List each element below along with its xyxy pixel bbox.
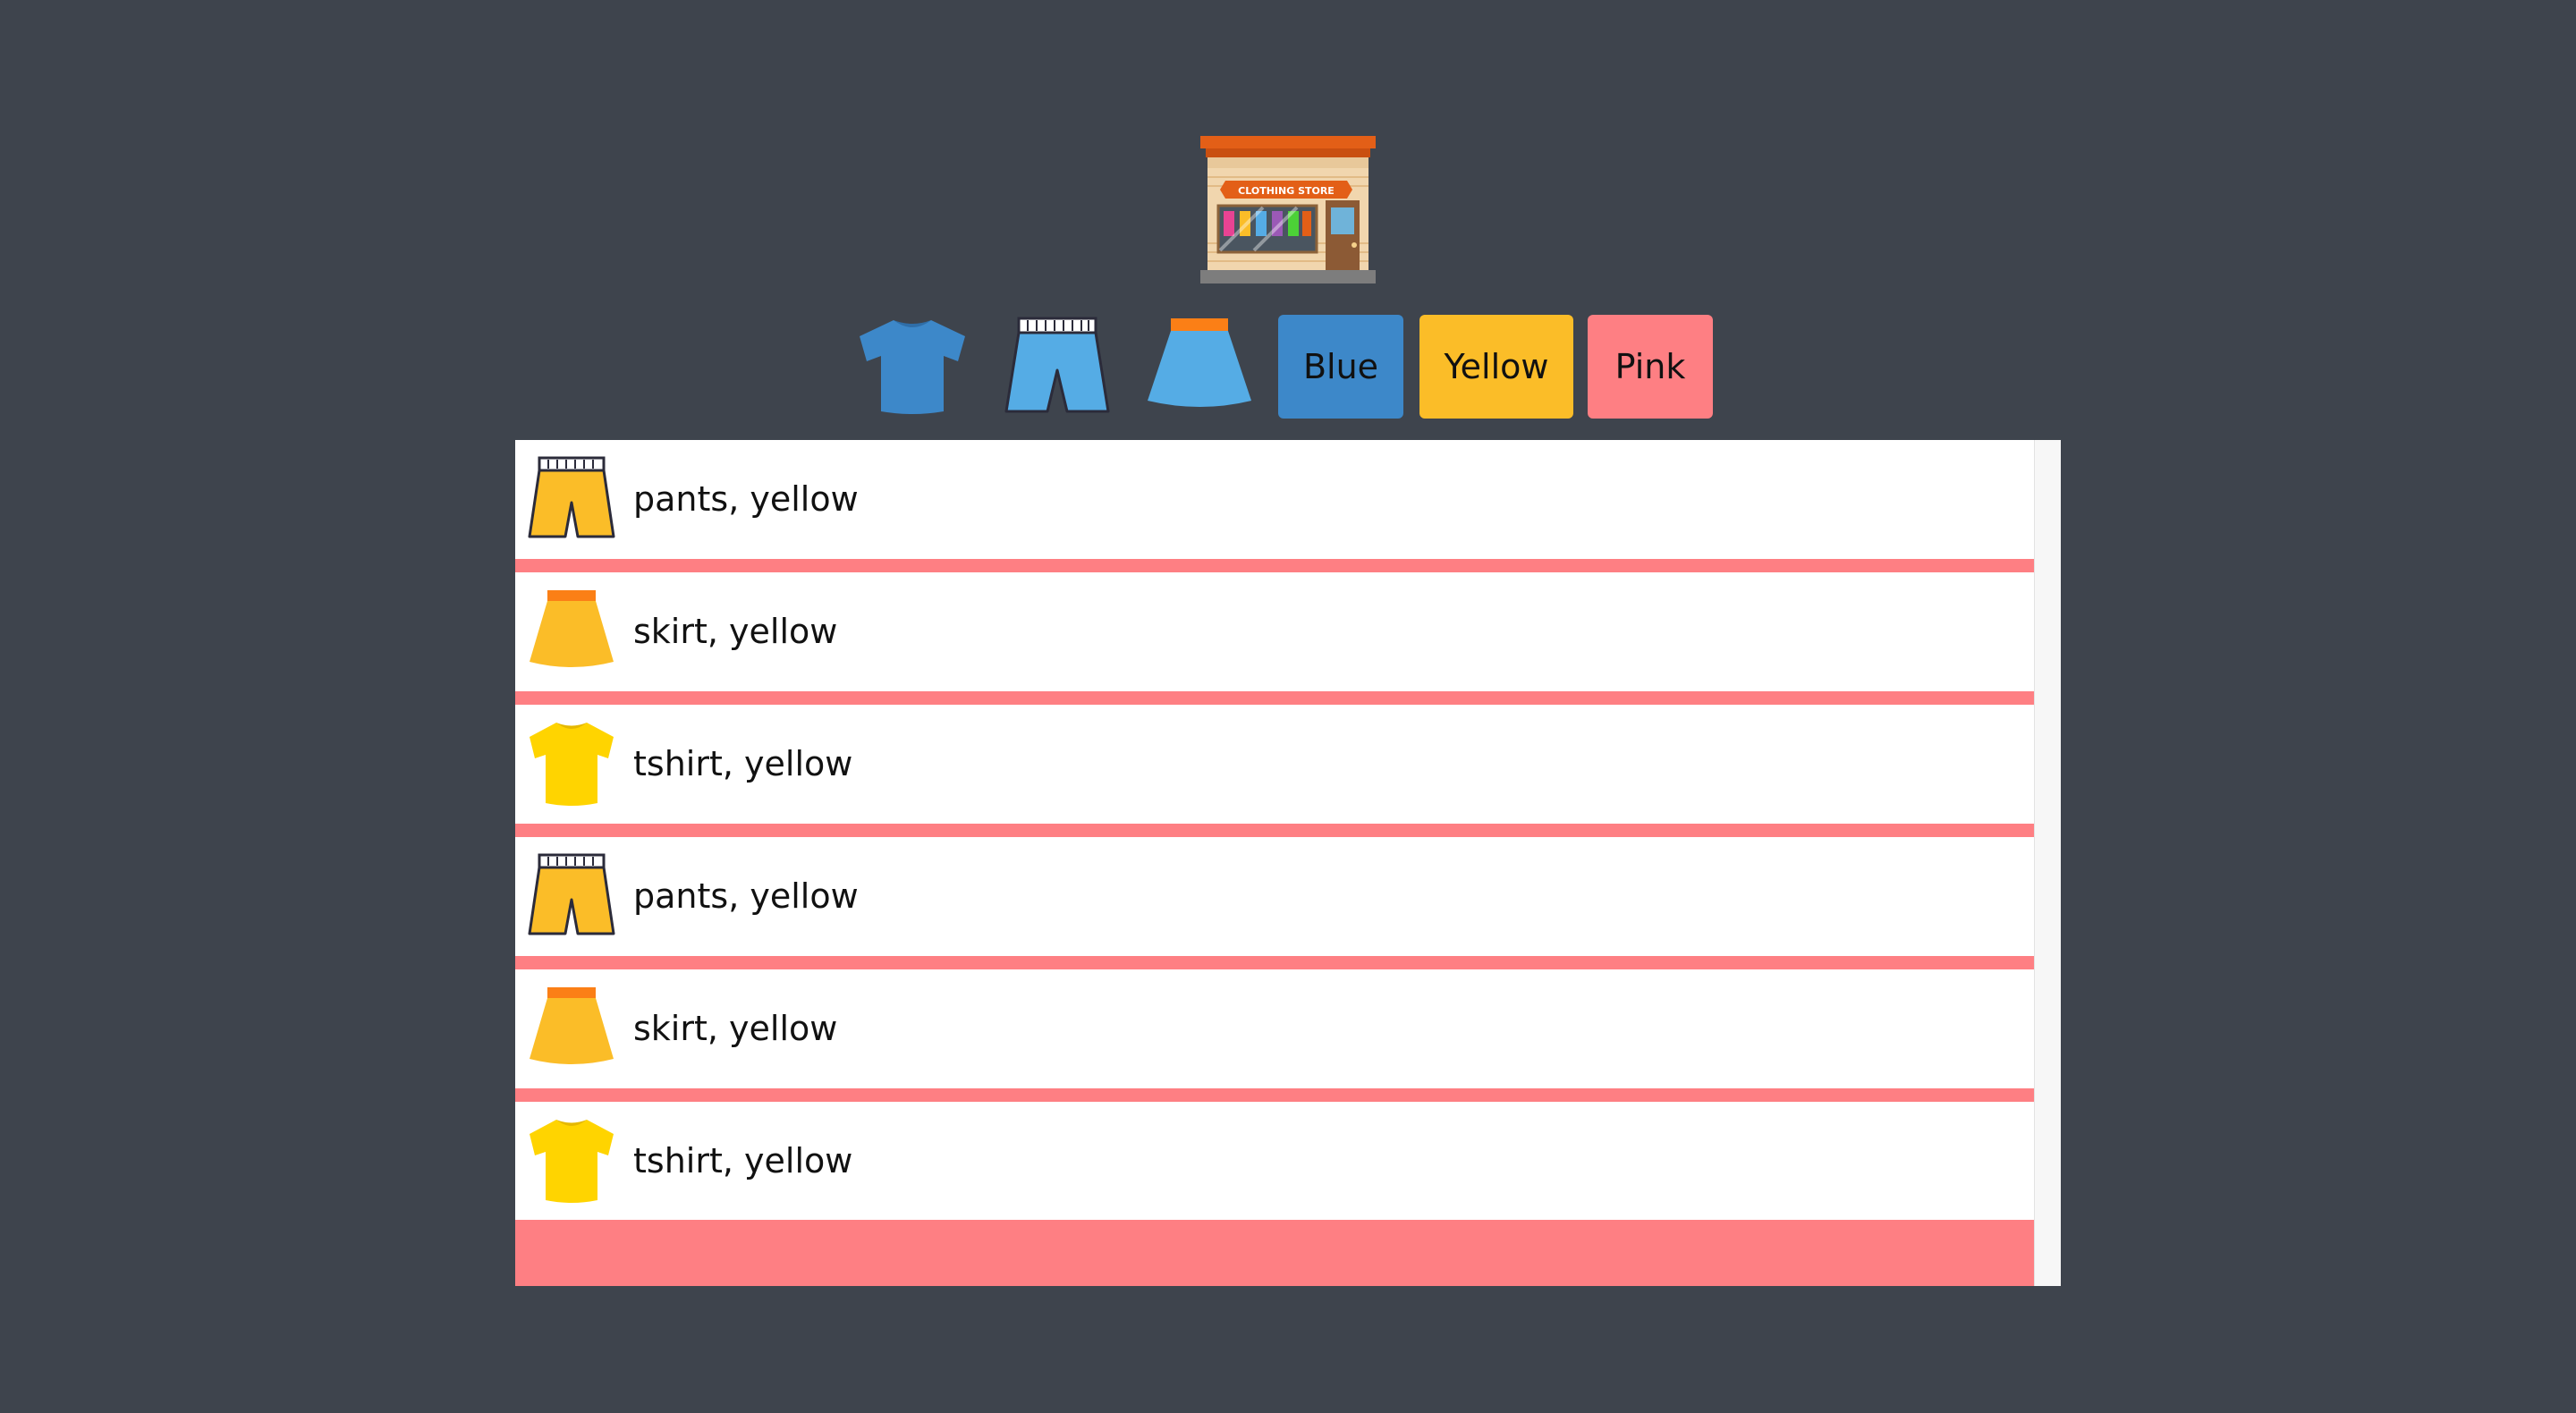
list-scrollbar[interactable] [2034, 440, 2061, 1286]
row-divider [515, 1088, 2034, 1102]
pants-icon [528, 456, 615, 538]
item-label: skirt, yellow [633, 612, 838, 651]
pants-icon [1004, 317, 1110, 413]
row-divider [515, 691, 2034, 705]
list-item: tshirt, yellow [515, 1102, 2034, 1221]
store-sign-text: CLOTHING STORE [1238, 185, 1335, 197]
clothing-list: pants, yellow skirt, yellow tshirt, yell… [515, 440, 2061, 1286]
tshirt-filter-button[interactable] [854, 315, 970, 419]
row-divider [515, 824, 2034, 837]
blue-filter-button[interactable]: Blue [1278, 315, 1403, 419]
list-item: tshirt, yellow [515, 705, 2034, 824]
item-label: skirt, yellow [633, 1009, 838, 1048]
item-label: tshirt, yellow [633, 1141, 853, 1180]
clothing-store-icon: CLOTHING STORE [1200, 136, 1376, 283]
tshirt-icon [530, 723, 614, 806]
tshirt-icon [530, 1120, 614, 1203]
skirt-icon [1148, 318, 1251, 407]
list-item: skirt, yellow [515, 572, 2034, 691]
yellow-filter-button[interactable]: Yellow [1419, 315, 1573, 419]
item-label: pants, yellow [633, 479, 859, 519]
pink-filter-button[interactable]: Pink [1588, 315, 1713, 419]
pants-filter-button[interactable] [999, 315, 1115, 419]
pants-icon [528, 853, 615, 935]
list-footer [515, 1220, 2034, 1286]
item-label: pants, yellow [633, 876, 859, 916]
row-divider [515, 559, 2034, 572]
list-item: pants, yellow [515, 837, 2034, 956]
tshirt-icon [860, 320, 965, 414]
skirt-icon [530, 590, 614, 667]
list-item: pants, yellow [515, 440, 2034, 559]
skirt-filter-button[interactable] [1142, 315, 1258, 419]
item-label: tshirt, yellow [633, 744, 853, 783]
skirt-icon [530, 987, 614, 1064]
list-item: skirt, yellow [515, 969, 2034, 1088]
row-divider [515, 956, 2034, 969]
